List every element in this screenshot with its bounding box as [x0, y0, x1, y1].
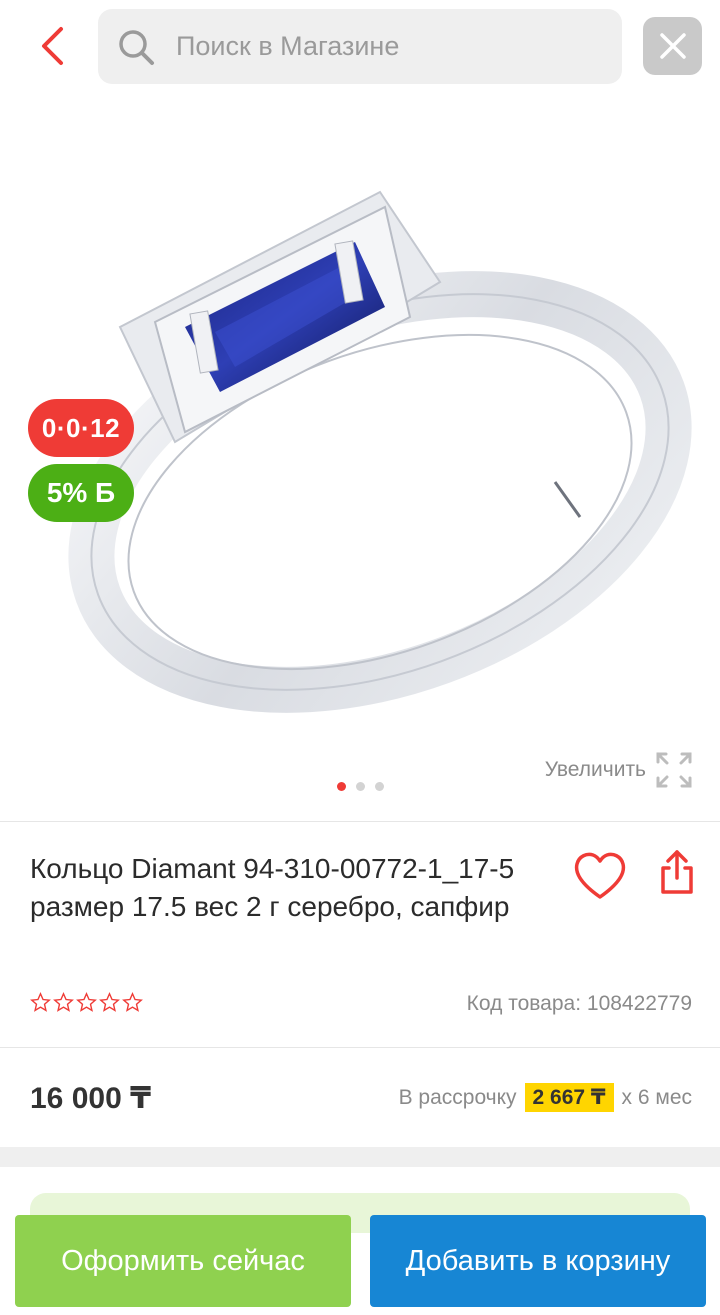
divider [0, 821, 720, 822]
installment-suffix: x 6 мес [621, 1085, 692, 1109]
search-box[interactable] [98, 9, 622, 84]
share-button[interactable] [655, 848, 699, 896]
buy-now-button[interactable]: Оформить сейчас [15, 1215, 351, 1307]
product-title: Кольцо Diamant 94-310-00772-1_17-5 разме… [30, 853, 515, 922]
search-icon [116, 27, 156, 67]
star-icon [30, 992, 51, 1012]
share-icon [661, 850, 693, 894]
star-icon [122, 992, 143, 1012]
installment-amount: 2 667 ₸ [524, 1083, 614, 1112]
favorite-button[interactable] [572, 850, 628, 902]
installment-prefix: В рассрочку [398, 1085, 517, 1109]
close-icon [659, 33, 686, 59]
installment-badge: 0·0·12 [28, 399, 134, 457]
gallery-dot[interactable] [336, 782, 346, 791]
bonus-badge: 5% Б [28, 464, 134, 522]
installment-info[interactable]: В рассрочку 2 667 ₸ x 6 мес [399, 1083, 692, 1112]
product-price: 16 000 ₸ [30, 1082, 151, 1115]
rating-stars[interactable] [30, 992, 143, 1013]
header [0, 0, 720, 92]
search-input[interactable] [176, 31, 596, 62]
chevron-left-icon [42, 27, 63, 65]
gallery-dot[interactable] [374, 782, 384, 791]
gallery-dot[interactable] [355, 782, 365, 791]
close-button[interactable] [643, 17, 702, 75]
gallery-pagination [0, 782, 720, 791]
add-to-cart-button[interactable]: Добавить в корзину [370, 1215, 706, 1307]
heart-icon [574, 852, 626, 899]
star-icon [76, 992, 97, 1012]
section-separator [0, 1147, 720, 1167]
product-gallery[interactable]: 0·0·12 5% Б Увеличить [0, 92, 720, 820]
product-sku: Код товара: 108422779 [466, 992, 692, 1015]
back-button[interactable] [30, 22, 74, 70]
star-icon [99, 992, 120, 1012]
star-icon [53, 992, 74, 1012]
divider [0, 1047, 720, 1048]
zoom-label: Увеличить [544, 758, 646, 781]
